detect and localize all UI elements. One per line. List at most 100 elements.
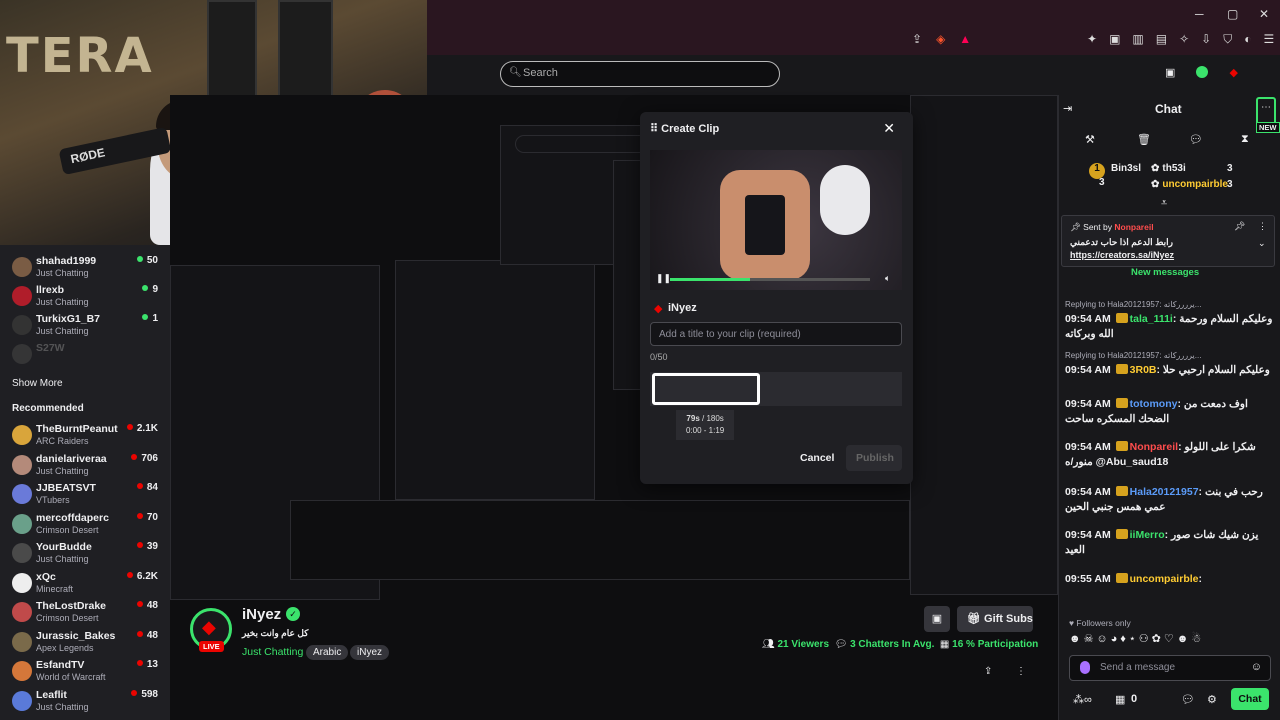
- more-options-icon[interactable]: ⋮: [1016, 666, 1026, 677]
- leaderboard-entry[interactable]: ✿ uncompairble: [1151, 179, 1228, 190]
- username[interactable]: iiMerro: [1130, 529, 1165, 541]
- sidebar-channel[interactable]: shahad1999 Just Chatting 50: [12, 253, 162, 281]
- recommended-channel[interactable]: danielariveraa Just Chatting 706: [12, 451, 162, 479]
- volume-icon[interactable]: 🔈︎: [885, 273, 890, 284]
- dialog-title-text: Create Clip: [661, 123, 720, 135]
- mic-icon[interactable]: [1080, 661, 1090, 674]
- chat-input[interactable]: Send a message ☺: [1069, 655, 1271, 681]
- channel-avatar: [12, 454, 32, 475]
- hammer-icon[interactable]: ⚒: [1085, 133, 1095, 146]
- clip-timeline[interactable]: [650, 372, 902, 406]
- chat-message[interactable]: 09:54 AM Nonpareil: شكرا على اللولو منور…: [1065, 440, 1277, 470]
- rewards-icon[interactable]: ▲: [959, 32, 971, 46]
- sent-by-label: Sent by: [1083, 222, 1112, 232]
- menu-icon[interactable]: ☰: [1263, 32, 1274, 47]
- recommended-channel[interactable]: TheLostDrake Crimson Desert 48: [12, 598, 162, 626]
- channel-name: mercoffdaperc: [36, 511, 109, 524]
- chat-message[interactable]: 09:54 AM Hala20121957: رحب في بنت عمي هم…: [1065, 485, 1277, 515]
- sidebar-channel[interactable]: llrexb Just Chatting 9: [12, 282, 162, 310]
- brave-shield-icon[interactable]: ◈: [936, 32, 945, 46]
- gift-icon[interactable]: ▦: [1115, 693, 1125, 706]
- collapse-chat-icon[interactable]: ⇥: [1063, 102, 1072, 115]
- username[interactable]: 3R0B: [1130, 364, 1157, 376]
- pause-icon[interactable]: ❚❚: [656, 273, 671, 284]
- pinned-more-icon[interactable]: ⋮: [1258, 221, 1267, 232]
- chat-message[interactable]: 09:54 AM iiMerro: يزن شيك شات صور العيد: [1065, 528, 1277, 558]
- drops-icon[interactable]: ▣: [1165, 67, 1175, 79]
- recommended-channel[interactable]: mercoffdaperc Crimson Desert 70: [12, 510, 162, 538]
- maximize-button[interactable]: ▢: [1227, 7, 1238, 21]
- download-icon[interactable]: ⇩: [1201, 32, 1211, 47]
- viewer-count: 48: [137, 600, 158, 611]
- minimize-button[interactable]: ─: [1195, 7, 1204, 21]
- pinned-link[interactable]: https://creators.sa/iNyez: [1070, 250, 1174, 260]
- new-messages-divider[interactable]: New messages: [1131, 267, 1199, 278]
- share-icon[interactable]: ⇪: [912, 32, 922, 46]
- wallet-icon[interactable]: ▤: [1156, 32, 1167, 47]
- username[interactable]: totomony: [1130, 398, 1178, 410]
- vpn-icon[interactable]: ⛉: [1223, 32, 1232, 47]
- extension-icon[interactable]: ✦: [1087, 32, 1097, 47]
- chat-message[interactable]: 09:55 AM uncompairble:: [1065, 572, 1277, 587]
- gear-icon[interactable]: ⚙: [1207, 693, 1217, 706]
- user-avatar-icon[interactable]: ◆: [1230, 67, 1238, 79]
- chat-bubble-icon[interactable]: 💬︎: [1189, 133, 1203, 146]
- close-window-button[interactable]: ✕: [1259, 7, 1269, 21]
- expand-leaderboard-icon[interactable]: ⩡: [1161, 197, 1167, 210]
- tab-icon[interactable]: ▣: [1109, 32, 1120, 47]
- recommended-channel[interactable]: xQc Minecraft 6.2K: [12, 569, 162, 597]
- recommended-channel[interactable]: JJBEATSVT VTubers 84: [12, 480, 162, 508]
- tag-pill[interactable]: Arabic: [306, 645, 349, 660]
- username[interactable]: Hala20121957: [1130, 486, 1199, 498]
- channel-name[interactable]: iNyez: [242, 606, 281, 623]
- close-icon[interactable]: ✕: [883, 120, 895, 137]
- profile-icon[interactable]: ◐: [1244, 32, 1251, 47]
- publish-button[interactable]: Publish: [846, 445, 902, 471]
- chat-message[interactable]: Replying to Hala20121957: يرررركاته... 09…: [1065, 297, 1277, 342]
- sidebar-icon[interactable]: ▥: [1132, 32, 1143, 47]
- leo-icon[interactable]: ✧: [1179, 32, 1189, 47]
- clip-range-handle[interactable]: [652, 373, 760, 405]
- offline-channel[interactable]: S27W: [12, 340, 162, 368]
- stream-player[interactable]: [170, 95, 1058, 600]
- leaderboard-entry[interactable]: 1 Bin3sl: [1089, 163, 1141, 179]
- emote-row[interactable]: ☻☠☺◕♦⋆⚇✿♡☻☃: [1069, 632, 1204, 645]
- chat-settings-bubble-icon[interactable]: 💬︎: [1181, 693, 1195, 706]
- chat-message[interactable]: 09:54 AM totomony: اوف دمعت من الضحك الم…: [1065, 397, 1277, 427]
- channel-icon[interactable]: [1196, 66, 1209, 78]
- sidebar-channel[interactable]: TurkixG1_B7 Just Chatting 1: [12, 311, 162, 339]
- subscriber-badge-icon: [1115, 529, 1128, 539]
- chevron-down-icon[interactable]: ⌄: [1258, 238, 1266, 249]
- preview-seekbar[interactable]: [670, 278, 750, 281]
- search-input[interactable]: 🔍︎ Search: [500, 61, 780, 87]
- show-more-link[interactable]: Show More: [12, 378, 63, 389]
- recommended-channel[interactable]: TheBurntPeanut ARC Raiders 2.1K: [12, 421, 162, 449]
- username[interactable]: uncompairble: [1130, 573, 1199, 585]
- channel-category: Apex Legends: [36, 642, 94, 653]
- cancel-button[interactable]: Cancel: [800, 452, 834, 464]
- recommended-channel[interactable]: Leaflit Just Chatting 598: [12, 687, 162, 715]
- stream-category[interactable]: Just Chatting: [242, 646, 303, 658]
- clip-preview[interactable]: ❚❚ 🔈︎: [650, 150, 902, 290]
- recommended-channel[interactable]: YourBudde Just Chatting 39: [12, 539, 162, 567]
- recommended-channel[interactable]: EsfandTV World of Warcraft 13: [12, 657, 162, 685]
- subscribe-star-icon[interactable]: ▣: [924, 606, 950, 632]
- leader-name: Bin3sl: [1111, 163, 1142, 174]
- username[interactable]: tala_111i: [1130, 313, 1173, 325]
- emote-picker-icon[interactable]: ☺: [1251, 661, 1262, 673]
- pinned-message[interactable]: 📌︎ Sent by Nonpareil 📌︎ ⋮ ⌄ رابط الدعم ا…: [1061, 215, 1275, 267]
- clip-title-input[interactable]: Add a title to your clip (required): [650, 322, 902, 346]
- recommended-channel[interactable]: Jurassic_Bakes Apex Legends 48: [12, 628, 162, 656]
- share-icon[interactable]: ⇪: [984, 666, 992, 677]
- pin-icon[interactable]: 📌︎: [1234, 221, 1245, 232]
- tag-pill[interactable]: iNyez: [350, 645, 390, 660]
- hourglass-icon[interactable]: ⧗: [1241, 133, 1249, 146]
- gift-subs-label: Gift Subs: [984, 613, 1033, 625]
- channel-points-icon[interactable]: ⁂∞: [1073, 693, 1092, 706]
- trash-icon[interactable]: 🗑︎: [1137, 133, 1151, 146]
- username[interactable]: Nonpareil: [1130, 441, 1178, 453]
- leaderboard-entry[interactable]: ✿ th53i: [1151, 163, 1186, 174]
- chat-message[interactable]: Replying to Hala20121957: يرررركاته... 09…: [1065, 348, 1277, 378]
- chat-send-button[interactable]: Chat: [1231, 688, 1269, 710]
- gift-subs-button[interactable]: 🎁︎ Gift Subs: [957, 606, 1033, 632]
